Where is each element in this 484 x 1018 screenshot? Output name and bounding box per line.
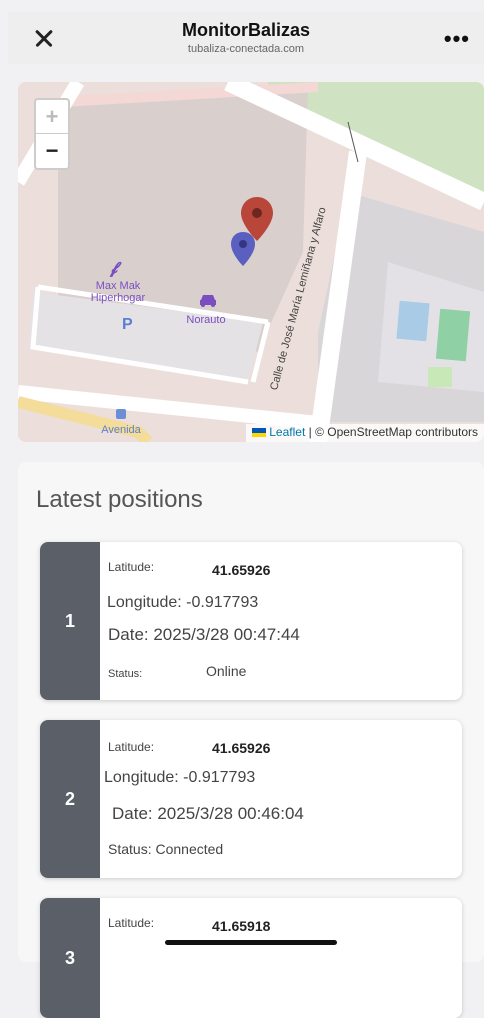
osm-attribution: | © OpenStreetMap contributors bbox=[308, 425, 478, 439]
position-card[interactable]: 3 Latitude: 41.65918 bbox=[40, 898, 462, 1018]
status-label: Status: bbox=[108, 668, 143, 680]
zoom-control: + − bbox=[34, 98, 70, 170]
map-attribution: Leaflet | © OpenStreetMap contributors bbox=[246, 424, 484, 442]
ukraine-flag-icon bbox=[252, 428, 267, 438]
site-url: tubaliza-conectada.com bbox=[187, 43, 305, 55]
longitude-text: Longitude: -0.917793 bbox=[104, 769, 256, 786]
map[interactable]: + − 𝓯 Max Mak Hiperhogar Norauto P Calle… bbox=[18, 82, 484, 442]
shop-label: Max Mak Hiperhogar bbox=[90, 280, 146, 304]
bus-stop-icon bbox=[116, 409, 126, 419]
home-indicator bbox=[165, 940, 337, 945]
position-card[interactable]: 2 Latitude: 41.65926 Longitude: -0.91779… bbox=[40, 720, 462, 878]
latitude-value: 41.65918 bbox=[212, 918, 271, 934]
latitude-label: Latitude: bbox=[108, 740, 155, 754]
date-text: Date: 2025/3/28 00:46:04 bbox=[112, 804, 304, 823]
blue-marker[interactable] bbox=[229, 230, 257, 268]
car-place-label: Norauto bbox=[186, 314, 226, 326]
date-text: Date: 2025/3/28 00:47:44 bbox=[108, 625, 300, 644]
status-value: Online bbox=[206, 663, 247, 679]
zoom-out-button[interactable]: − bbox=[36, 134, 68, 168]
position-card[interactable]: 1 Latitude: 41.65926 Longitude: -0.91779… bbox=[40, 542, 462, 700]
latitude-value: 41.65926 bbox=[212, 740, 271, 756]
latitude-label: Latitude: bbox=[108, 560, 155, 574]
site-title: MonitorBalizas bbox=[181, 20, 310, 40]
longitude-text: Longitude: -0.917793 bbox=[107, 594, 259, 611]
latitude-value: 41.65926 bbox=[212, 562, 271, 578]
leaflet-link[interactable]: Leaflet bbox=[269, 425, 305, 439]
position-index: 3 bbox=[40, 898, 100, 1018]
parking-icon: P bbox=[122, 316, 133, 333]
bus-stop-label: Avenida bbox=[101, 424, 141, 436]
panel-title: Latest positions bbox=[36, 486, 203, 513]
more-horizontal-icon[interactable]: ••• bbox=[444, 26, 470, 52]
status-text: Status: Connected bbox=[108, 841, 224, 857]
position-index: 2 bbox=[40, 720, 100, 878]
zoom-in-button[interactable]: + bbox=[36, 100, 68, 134]
shop-icon: 𝓯 bbox=[110, 260, 119, 277]
latest-positions-panel: Latest positions 1 Latitude: 41.65926 Lo… bbox=[18, 462, 484, 1018]
car-icon bbox=[200, 295, 216, 307]
latitude-label: Latitude: bbox=[108, 916, 155, 930]
position-index: 1 bbox=[40, 542, 100, 700]
browser-header: MonitorBalizas tubaliza-conectada.com ••… bbox=[8, 12, 484, 64]
